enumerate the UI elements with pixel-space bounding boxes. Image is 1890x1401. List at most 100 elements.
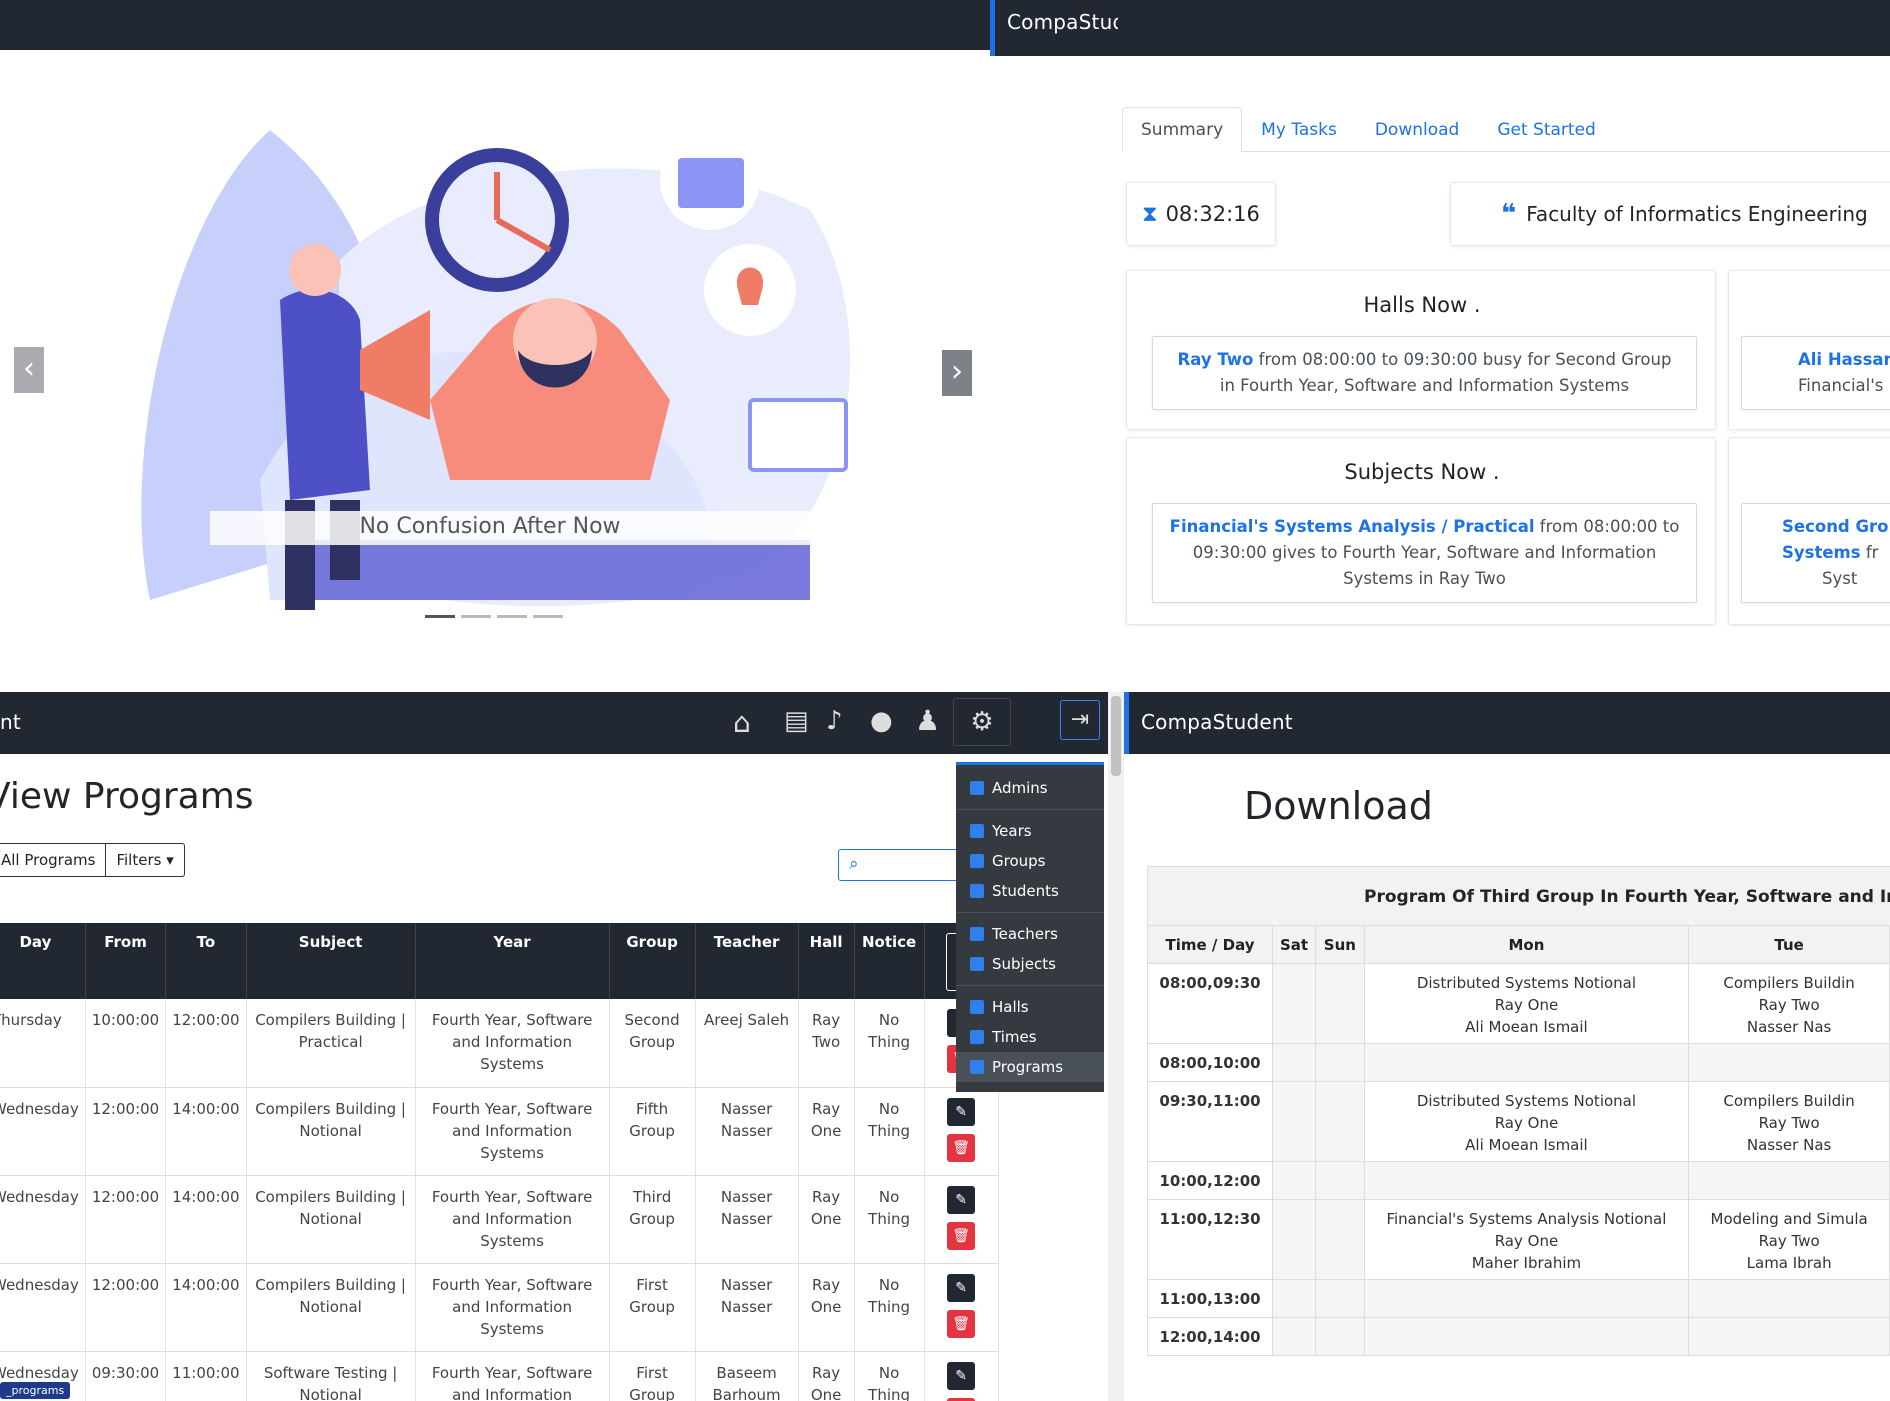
schedule-entry-line: Modeling and Simula [1710, 1210, 1868, 1228]
systems-link[interactable]: Systems [1782, 543, 1861, 562]
column-header[interactable]: Teacher [695, 923, 799, 999]
table-cell: 10:00:00 [85, 999, 167, 1088]
column-header[interactable]: Day [0, 923, 86, 999]
group-link[interactable]: Second Gro [1782, 517, 1889, 536]
scrollbar-thumb[interactable] [1111, 696, 1121, 776]
edit-button[interactable]: ✎ [947, 1361, 976, 1390]
filters-button[interactable]: Filters ▾ [106, 843, 185, 877]
table-row: Wednesday 12:00:00 14:00:00 Compilers Build… [0, 1087, 999, 1176]
filter-button-group: All Programs Filters ▾ [0, 843, 185, 877]
mon-cell [1363, 1161, 1690, 1200]
delete-button[interactable]: 🗑 [947, 1309, 976, 1338]
logout-button[interactable]: ⇥ [1060, 700, 1100, 740]
search-input[interactable]: ⌕ [838, 849, 958, 881]
tab-summary[interactable]: Summary [1122, 107, 1243, 152]
url-badge: _programs [0, 1382, 71, 1399]
settings-dropdown-toggle[interactable]: ⚙ [953, 698, 1011, 746]
column-header[interactable]: Subject [246, 923, 416, 999]
table-cell: 12:00:00 [165, 999, 247, 1088]
tue-cell [1688, 1043, 1890, 1082]
table-cell: 12:00:00 [85, 1263, 167, 1352]
schedule-entry-line: Lama Ibrah [1746, 1254, 1832, 1272]
delete-button[interactable]: 🗑 [947, 1397, 976, 1401]
column-header[interactable]: Group [609, 923, 696, 999]
halls-notice: Ray Two from 08:00:00 to 09:30:00 busy f… [1152, 336, 1697, 410]
times-icon [970, 1030, 984, 1044]
column-header[interactable]: To [165, 923, 247, 999]
column-header[interactable]: From [85, 923, 167, 999]
table-cell: No Thing [854, 1351, 925, 1401]
empty-cell [1315, 1199, 1365, 1280]
mon-cell: Financial's Systems Analysis Notional Ray… [1363, 1199, 1690, 1280]
home-icon[interactable]: ⌂ [733, 706, 751, 739]
schedule-entry-line: Ali Moean Ismail [1465, 1136, 1588, 1154]
column-header[interactable]: Hall [798, 923, 855, 999]
scrollbar[interactable] [1108, 692, 1124, 1401]
carousel-indicator[interactable] [461, 615, 491, 618]
tue-cell [1688, 1279, 1890, 1318]
table-cell: Ray One [798, 1263, 855, 1352]
subjects-now-card: Subjects Now . Financial's Systems Analy… [1126, 437, 1716, 625]
edit-icon: ✎ [955, 1191, 967, 1208]
menu-item-label: Times [992, 1028, 1037, 1046]
menu-item-label: Admins [992, 779, 1048, 797]
table-cell: Fourth Year, Software and Information Sy… [415, 1263, 610, 1352]
menu-item-students[interactable]: Students [956, 876, 1104, 906]
page-title: View Programs [0, 776, 254, 817]
download-panel: CompaStudent Download Program Of Third G… [1124, 692, 1890, 1401]
chat-icon[interactable]: ● [870, 706, 893, 736]
tab-my-tasks[interactable]: My Tasks [1242, 107, 1356, 152]
edit-icon: ✎ [955, 1279, 967, 1296]
delete-button[interactable]: 🗑 [947, 1133, 976, 1162]
all-programs-button[interactable]: All Programs [0, 843, 107, 877]
bell-icon[interactable]: ♪ [826, 706, 843, 736]
edit-button[interactable]: ✎ [947, 1273, 976, 1302]
menu-item-label: Students [992, 882, 1059, 900]
menu-item-halls[interactable]: Halls [956, 992, 1104, 1022]
teacher-name-link[interactable]: Ali Hassan [1798, 350, 1890, 369]
schedule-entry-line: Financial's Systems Analysis Notional [1386, 1210, 1667, 1228]
carousel-indicator[interactable] [497, 615, 527, 618]
carousel-indicator[interactable] [533, 615, 563, 618]
schedule-entry-line: Distributed Systems Notional [1416, 974, 1637, 992]
receipt-icon[interactable]: ▤ [784, 706, 809, 736]
edit-button[interactable]: ✎ [947, 1097, 976, 1126]
column-header[interactable]: Notice [854, 923, 925, 999]
edit-button[interactable]: ✎ [947, 1185, 976, 1214]
row-actions: ✎🗑 [924, 1175, 999, 1264]
empty-cell [1272, 1317, 1317, 1356]
schedule-entry-line: Maher Ibrahim [1471, 1254, 1582, 1272]
students-icon [970, 884, 984, 898]
halls-now-card-2: Ali Hassan Financial's [1728, 270, 1890, 430]
schedule-entry-line: Nasser Nas [1746, 1136, 1832, 1154]
carousel-next-button[interactable]: › [942, 350, 972, 396]
hall-name-link[interactable]: Ray Two [1178, 350, 1254, 369]
menu-item-times[interactable]: Times [956, 1022, 1104, 1052]
delete-button[interactable]: 🗑 [947, 1221, 976, 1250]
table-cell: First Group [609, 1263, 696, 1352]
table-cell: 14:00:00 [165, 1263, 247, 1352]
program-title-bar: Program Of Third Group In Fourth Year, S… [1147, 866, 1890, 926]
menu-item-subjects[interactable]: Subjects [956, 949, 1104, 979]
table-cell: No Thing [854, 1087, 925, 1176]
table-cell: Fourth Year, Software and Information Sy… [415, 1175, 610, 1264]
menu-item-admins[interactable]: Admins [956, 773, 1104, 803]
menu-item-programs[interactable]: Programs [956, 1052, 1104, 1082]
time-cell: 12:00,14:00 [1146, 1317, 1274, 1356]
tab-get-started[interactable]: Get Started [1478, 107, 1614, 152]
tab-download[interactable]: Download [1356, 107, 1479, 152]
carousel-prev-button[interactable]: ‹ [14, 347, 44, 393]
column-header[interactable]: Year [415, 923, 610, 999]
empty-cell [1315, 1317, 1365, 1356]
subject-name-link[interactable]: Financial's Systems Analysis / Practical [1170, 517, 1535, 536]
menu-item-years[interactable]: Years [956, 816, 1104, 846]
summary-panel: Summary My Tasks Download Get Started ⧗ … [1118, 0, 1890, 692]
menu-item-groups[interactable]: Groups [956, 846, 1104, 876]
user-icon[interactable]: ♟ [915, 704, 940, 737]
programs-table: Day From To Subject Year Group Teacher H… [0, 923, 999, 1401]
table-cell: Areej Saleh [695, 999, 799, 1088]
tue-cell: Compilers Buildin Ray Two Nasser Nas [1688, 963, 1890, 1044]
menu-item-teachers[interactable]: Teachers [956, 919, 1104, 949]
carousel-indicator[interactable] [425, 615, 455, 618]
admin-navbar: nt ⌂ ▤ ♪ ● ♟ ⚙ ⇥ [0, 692, 1124, 754]
